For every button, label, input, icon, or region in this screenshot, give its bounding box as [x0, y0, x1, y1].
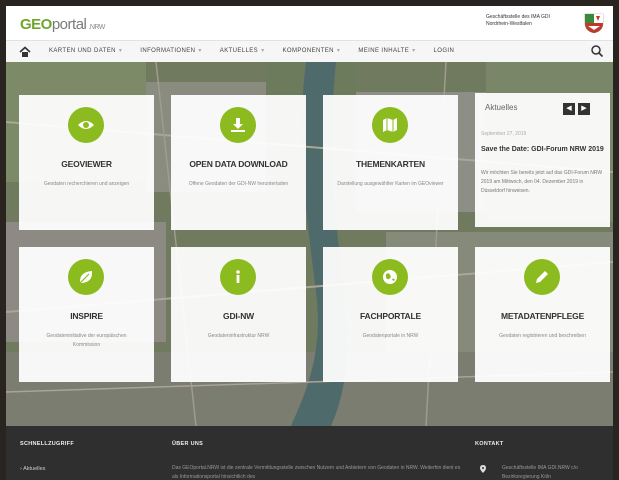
tile-gdi-nw[interactable]: GDI-NW Geodateninfrastruktur NRW: [171, 247, 306, 382]
news-date: September 27, 2019: [481, 131, 527, 137]
tile-fachportale[interactable]: FACHPORTALE Geodatenportale in NRW: [323, 247, 458, 382]
site-footer: SCHNELLZUGRIFF ÜBER UNS KONTAKT › Aktuel…: [6, 426, 613, 480]
footer-heading-contact: KONTAKT: [475, 441, 504, 447]
tile-themenkarten[interactable]: THEMENKARTEN Darstellung ausgewählter Ka…: [323, 95, 458, 230]
nav-label: MEINE INHALTE: [358, 48, 410, 54]
location-pin-icon: [480, 465, 486, 473]
tile-description: Geodaten recherchieren und anzeigen: [43, 181, 130, 187]
chevron-down-icon: ▾: [118, 48, 123, 54]
home-icon[interactable]: [18, 45, 32, 59]
nav-item-komponenten[interactable]: KOMPONENTEN ▾: [274, 41, 350, 62]
tile-description: Geodaten registrieren und beschreiben: [499, 333, 586, 339]
tile-icon-circle: [68, 107, 104, 143]
footer-link-aktuelles[interactable]: › Aktuelles: [20, 466, 45, 472]
chevron-down-icon: ▾: [412, 48, 416, 54]
pencil-icon: [536, 271, 548, 283]
tile-title: GEOVIEWER: [61, 159, 112, 169]
tile-description: Offene Geodaten der GDI-NW herunterladen: [188, 181, 289, 187]
map-icon: [383, 118, 397, 132]
tile-description: Geodatenportale in NRW: [362, 333, 419, 339]
tile-icon-circle: [68, 259, 104, 295]
tile-title: FACHPORTALE: [360, 311, 421, 321]
organisation-name[interactable]: Geschäftsstelle des IMA GDI Nordrhein-We…: [486, 14, 576, 28]
globe-icon: [383, 270, 397, 284]
footer-heading-quick-access: SCHNELLZUGRIFF: [20, 441, 75, 447]
tile-title: METADATENPFLEGE: [500, 311, 585, 321]
news-next-button[interactable]: ▶: [578, 103, 590, 115]
nav-item-meine-inhalte[interactable]: MEINE INHALTE ▾: [349, 41, 424, 62]
logo-geo: GEO: [20, 16, 52, 33]
tile-description: Geodateninitiative der europäischen Komm…: [46, 333, 127, 348]
browser-viewport: GEOportal .NRW Geschäftsstelle des IMA GD…: [6, 6, 613, 480]
nav-item-aktuelles[interactable]: AKTUELLES ▾: [211, 41, 274, 62]
main-navigation: KARTEN UND DATEN ▾ INFORMATIONEN ▾ AKTUELL…: [6, 40, 613, 63]
site-logo[interactable]: GEOportal .NRW: [20, 16, 105, 33]
nav-item-informationen[interactable]: INFORMATIONEN ▾: [131, 41, 211, 62]
logo-portal: portal: [51, 16, 87, 33]
info-icon: [236, 270, 240, 283]
logo-suffix: .NRW: [88, 24, 105, 31]
nav-label: AKTUELLES: [219, 48, 259, 54]
nav-item-login[interactable]: LOGIN: [425, 41, 464, 62]
nrw-crest-icon[interactable]: [583, 12, 605, 34]
tile-icon-circle: [524, 259, 560, 295]
footer-heading-about: ÜBER UNS: [172, 441, 204, 447]
site-header: GEOportal .NRW Geschäftsstelle des IMA GD…: [6, 6, 613, 40]
eye-icon: [78, 121, 94, 129]
footer-about-text: Das GEOportal.NRW ist die zentrale Vermi…: [172, 465, 461, 480]
footer-contact-text: Geschäftsstelle IMA GDI.NRW c/o Bezirksr…: [502, 465, 578, 480]
tile-icon-circle: [372, 107, 408, 143]
org-line-2: Nordrhein-Westfalen: [486, 21, 532, 27]
nav-label: LOGIN: [433, 48, 455, 54]
search-icon[interactable]: [590, 44, 604, 58]
tile-icon-circle: [220, 107, 256, 143]
org-line-1: Geschäftsstelle des IMA GDI: [486, 14, 550, 20]
tile-icon-circle: [372, 259, 408, 295]
footer-link-label: Aktuelles: [23, 466, 46, 472]
tile-icon-circle: [220, 259, 256, 295]
chevron-down-icon: ▾: [336, 48, 341, 54]
tile-description: Geodateninfrastruktur NRW: [207, 333, 270, 339]
tile-geoviewer[interactable]: GEOVIEWER Geodaten recherchieren und anz…: [19, 95, 154, 230]
tile-open-data-download[interactable]: OPEN DATA DOWNLOAD Offene Geodaten der G…: [171, 95, 306, 230]
news-headline-link[interactable]: Save the Date: GDI-Forum NRW 2019: [481, 145, 605, 154]
download-icon: [231, 118, 245, 132]
leaf-icon: [79, 271, 93, 284]
tile-title: OPEN DATA DOWNLOAD: [189, 159, 288, 169]
nav-item-karten-und-daten[interactable]: KARTEN UND DATEN ▾: [40, 41, 131, 62]
news-teaser: Wir möchten Sie bereits jetzt auf das GD…: [481, 170, 603, 194]
chevron-down-icon: ▾: [261, 48, 265, 54]
nav-menu: KARTEN UND DATEN ▾ INFORMATIONEN ▾ AKTUELL…: [40, 41, 463, 62]
tile-metadatenpflege[interactable]: METADATENPFLEGE Geodaten registrieren un…: [475, 247, 610, 382]
tile-title: INSPIRE: [70, 311, 103, 321]
chevron-down-icon: ▾: [198, 48, 202, 54]
nav-label: KARTEN UND DATEN: [49, 48, 116, 54]
nav-label: INFORMATIONEN: [140, 48, 196, 54]
tile-title: GDI-NW: [223, 311, 254, 321]
tile-description: Darstellung ausgewählter Karten im GEOvi…: [337, 181, 444, 187]
nav-label: KOMPONENTEN: [282, 48, 334, 54]
news-panel: Aktuelles ◀ ▶ September 27, 2019 Save th…: [475, 93, 610, 227]
news-prev-button[interactable]: ◀: [563, 103, 575, 115]
tile-title: THEMENKARTEN: [356, 159, 425, 169]
news-panel-title: Aktuelles: [485, 103, 518, 112]
tile-inspire[interactable]: INSPIRE Geodateninitiative der europäisc…: [19, 247, 154, 382]
